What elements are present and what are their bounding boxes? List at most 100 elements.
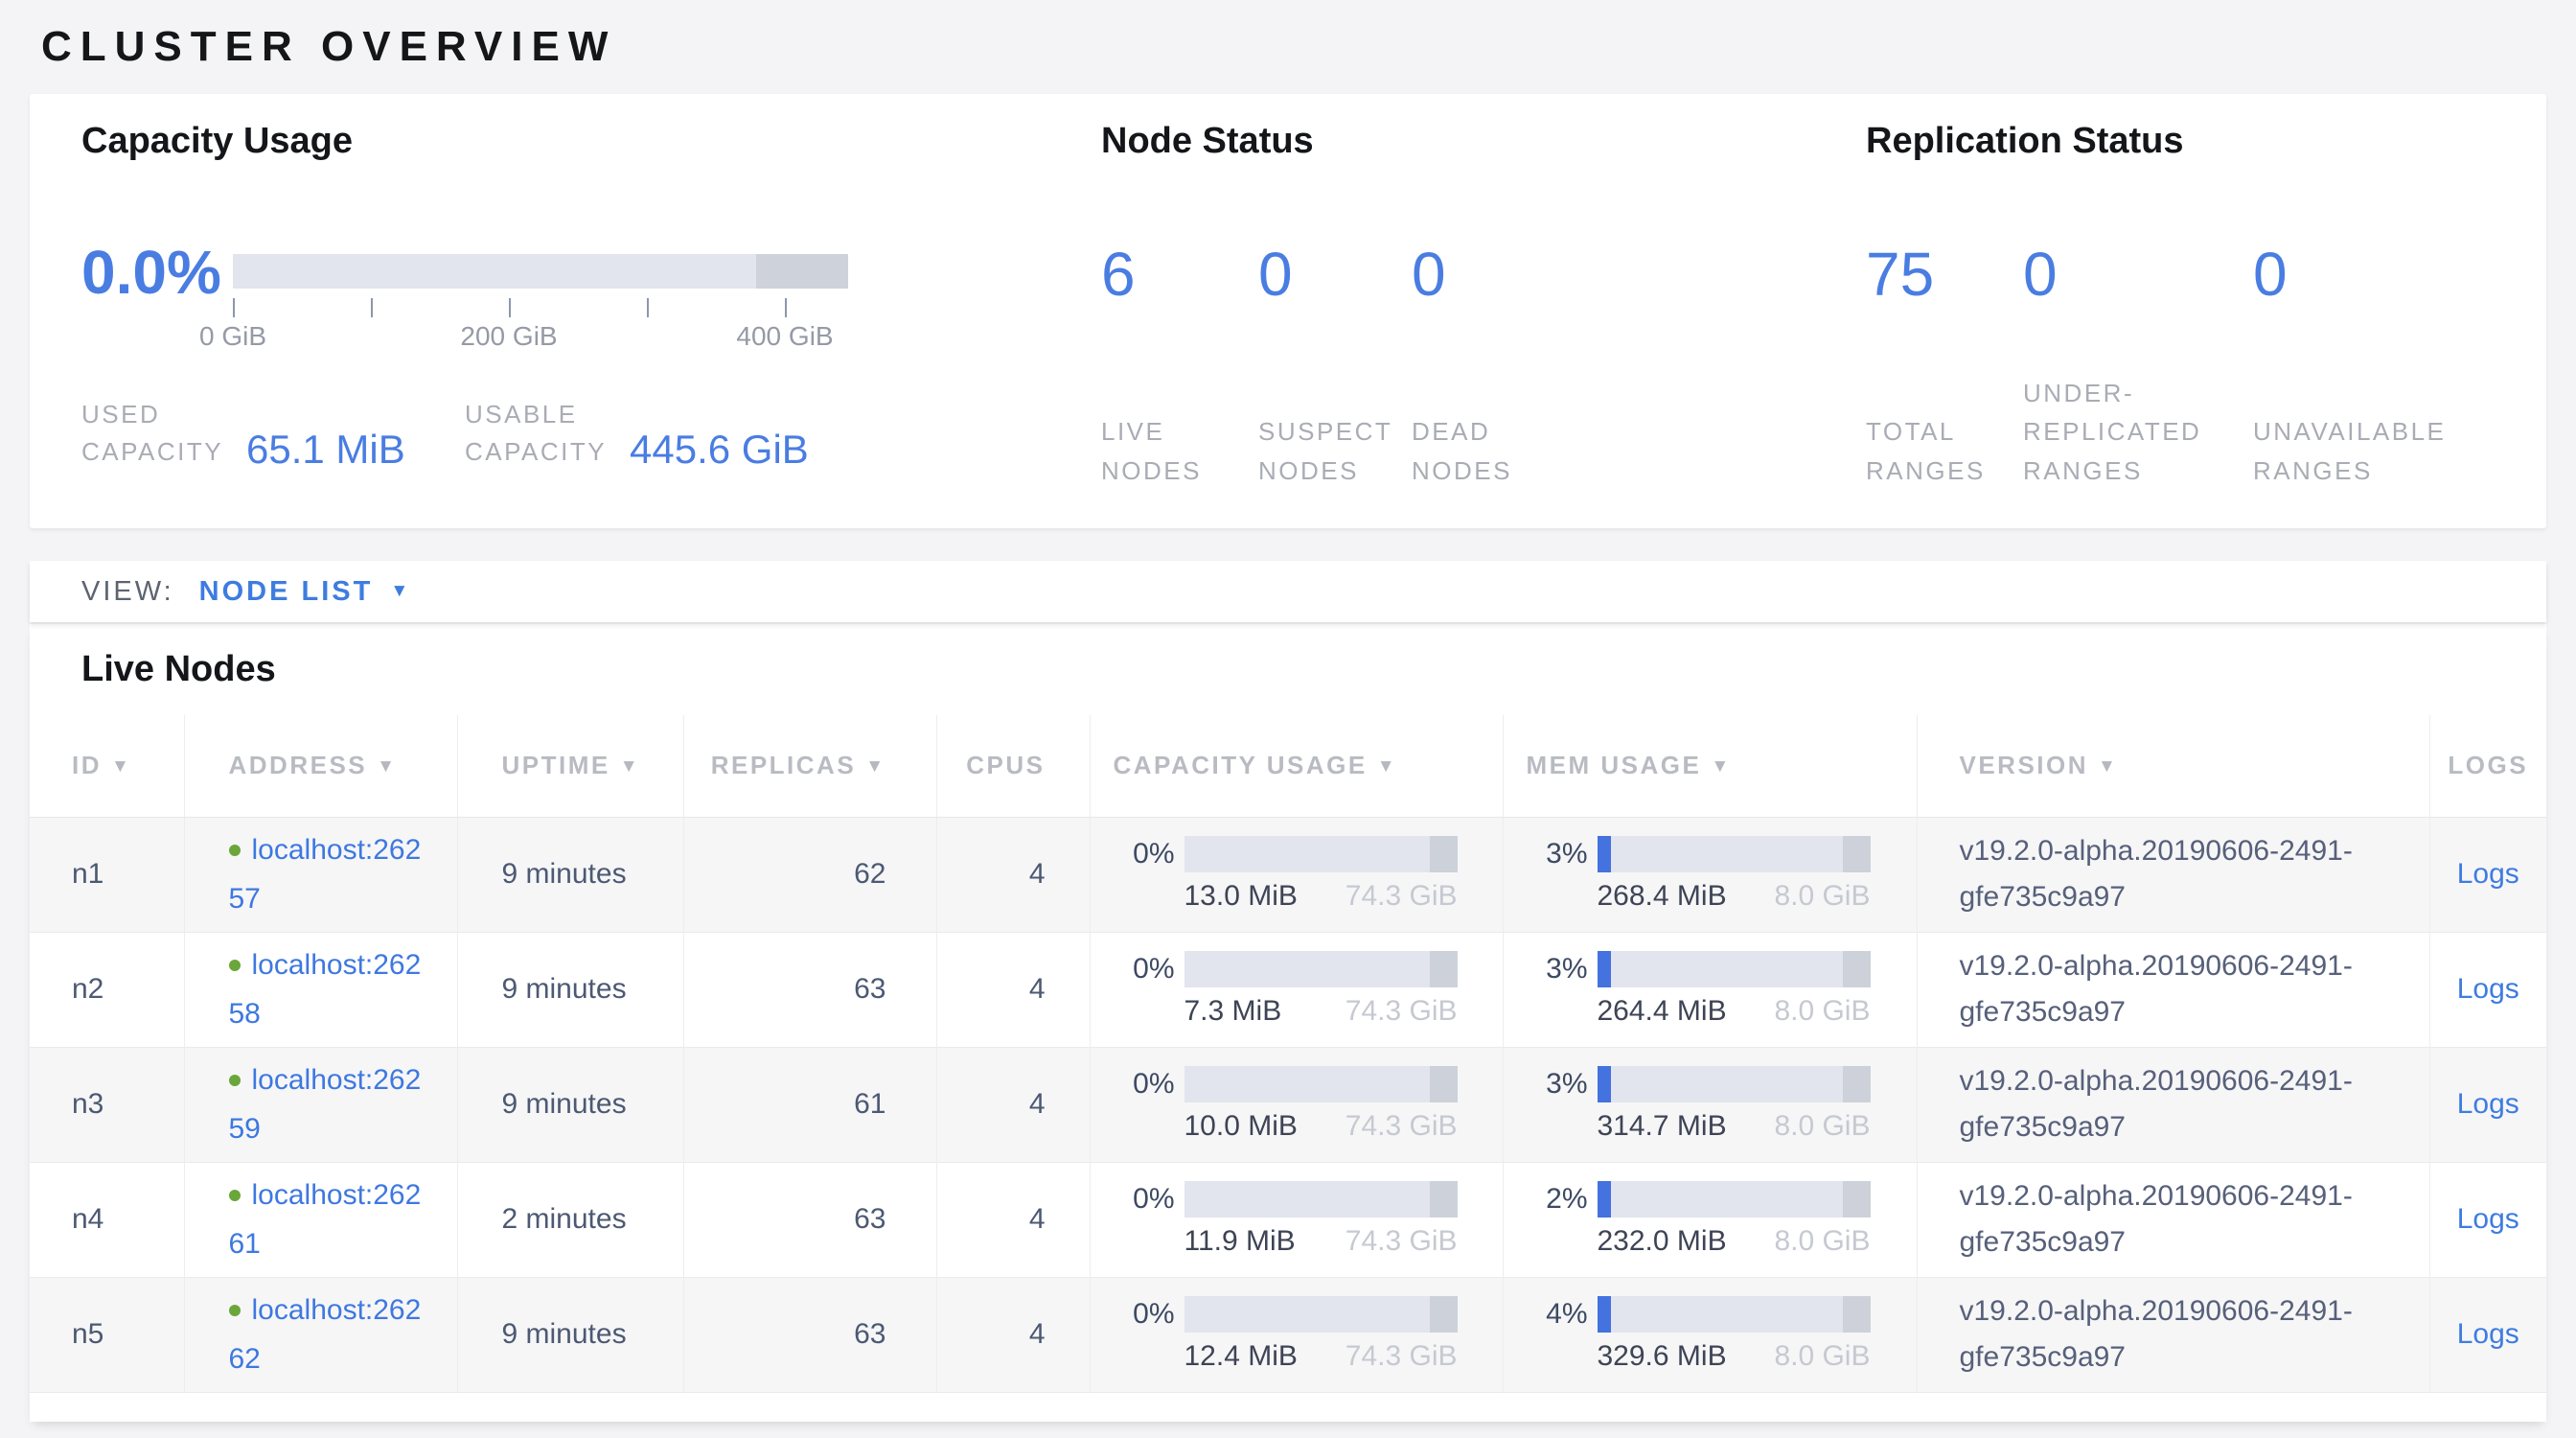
under-replicated-value: 0 (2023, 243, 2253, 307)
sort-desc-icon (620, 756, 640, 777)
node-address-cell: localhost:26261 (184, 1162, 457, 1277)
column-header-capacity-usage[interactable]: CAPACITY USAGE (1090, 715, 1503, 817)
axis-tick (509, 298, 511, 317)
capacity-bar (1184, 836, 1458, 872)
memory-bar (1598, 1066, 1871, 1102)
capacity-total-value: 74.3 GiB (1346, 1225, 1458, 1258)
replication-status-panel: Replication Status 75 TOTAL RANGES 0 UND… (1866, 121, 2546, 528)
column-header-replicas[interactable]: REPLICAS (683, 715, 936, 817)
chevron-down-icon[interactable]: ▼ (390, 581, 408, 602)
logs-link[interactable]: Logs (2457, 1203, 2519, 1235)
cluster-overview-page: CLUSTER OVERVIEW Capacity Usage 0.0% (0, 23, 2576, 1422)
capacity-bar (1184, 1296, 1458, 1333)
column-header-mem-usage[interactable]: MEM USAGE (1503, 715, 1917, 817)
mem-total-value: 8.0 GiB (1774, 995, 1870, 1028)
logs-cell: Logs (2429, 817, 2546, 932)
logs-cell: Logs (2429, 1047, 2546, 1162)
column-header-id[interactable]: ID (30, 715, 184, 817)
logs-link[interactable]: Logs (2457, 973, 2519, 1005)
capacity-axis-ticks (233, 289, 785, 321)
capacity-usage-panel: Capacity Usage 0.0% (81, 121, 1101, 528)
capacity-percent-label: 0% (1114, 838, 1175, 870)
mem-total-value: 8.0 GiB (1774, 1110, 1870, 1143)
mem-total-value: 8.0 GiB (1774, 1340, 1870, 1373)
capacity-total-value: 74.3 GiB (1346, 880, 1458, 913)
capacity-usage-cell: 0% 7.3 MiB74.3 GiB (1090, 932, 1503, 1047)
table-row: n1 localhost:26257 9 minutes 62 4 0% 13.… (30, 817, 2546, 932)
table-header-row: ID ADDRESS UPTIME REPLICAS CPUS CAPACITY… (30, 715, 2546, 817)
page-title: CLUSTER OVERVIEW (41, 23, 2546, 71)
mem-percent-label: 4% (1527, 1298, 1588, 1331)
node-id-cell: n2 (30, 932, 184, 1047)
node-address-link[interactable]: localhost:26257 (229, 834, 422, 915)
capacity-used-value: 7.3 MiB (1184, 995, 1282, 1028)
uptime-cell: 9 minutes (457, 1047, 683, 1162)
capacity-usage-cell: 0% 12.4 MiB74.3 GiB (1090, 1277, 1503, 1392)
axis-tick (371, 298, 373, 317)
view-label: VIEW: (81, 576, 174, 608)
sort-desc-icon (1711, 756, 1731, 777)
column-header-address[interactable]: ADDRESS (184, 715, 457, 817)
node-address-cell: localhost:26257 (184, 817, 457, 932)
capacity-bar (1184, 1066, 1458, 1102)
under-replicated-stat: 0 UNDER-REPLICATED RANGES (2023, 243, 2253, 490)
total-ranges-stat: 75 TOTAL RANGES (1866, 243, 2023, 490)
version-cell: v19.2.0-alpha.20190606-2491-gfe735c9a97 (1917, 1277, 2429, 1392)
replicas-cell: 63 (683, 1277, 936, 1392)
column-header-version[interactable]: VERSION (1917, 715, 2429, 817)
node-address-link[interactable]: localhost:26258 (229, 949, 422, 1030)
version-cell: v19.2.0-alpha.20190606-2491-gfe735c9a97 (1917, 1162, 2429, 1277)
mem-used-value: 268.4 MiB (1598, 880, 1727, 913)
node-address-link[interactable]: localhost:26262 (229, 1294, 422, 1375)
memory-bar (1598, 951, 1871, 987)
usable-capacity-value: 445.6 GiB (630, 429, 809, 471)
suspect-nodes-label: SUSPECT NODES (1258, 412, 1383, 490)
capacity-percent-label: 0% (1114, 1298, 1175, 1331)
uptime-cell: 9 minutes (457, 932, 683, 1047)
column-header-uptime[interactable]: UPTIME (457, 715, 683, 817)
total-ranges-label: TOTAL RANGES (1866, 412, 2010, 490)
axis-tick (785, 298, 787, 317)
capacity-used-value: 10.0 MiB (1184, 1110, 1298, 1143)
summary-card: Capacity Usage 0.0% (30, 94, 2546, 528)
logs-link[interactable]: Logs (2457, 858, 2519, 890)
mem-percent-label: 3% (1527, 953, 1588, 986)
usable-capacity-label: USABLE CAPACITY (465, 396, 609, 471)
node-address-cell: localhost:26259 (184, 1047, 457, 1162)
dead-nodes-value: 0 (1412, 243, 1536, 307)
logs-link[interactable]: Logs (2457, 1318, 2519, 1350)
mem-usage-cell: 3% 264.4 MiB8.0 GiB (1503, 932, 1917, 1047)
sort-desc-icon (377, 756, 397, 777)
table-row: n2 localhost:26258 9 minutes 63 4 0% 7.3… (30, 932, 2546, 1047)
logs-cell: Logs (2429, 1162, 2546, 1277)
replicas-cell: 62 (683, 817, 936, 932)
cpus-cell: 4 (936, 1162, 1090, 1277)
node-status-title: Node Status (1101, 121, 1866, 162)
suspect-nodes-stat: 0 SUSPECT NODES (1258, 243, 1412, 490)
mem-percent-label: 3% (1527, 838, 1588, 870)
live-nodes-card: Live Nodes ID ADDRESS UPTIME REPLICAS CP… (30, 624, 2546, 1422)
version-cell: v19.2.0-alpha.20190606-2491-gfe735c9a97 (1917, 932, 2429, 1047)
cpus-cell: 4 (936, 932, 1090, 1047)
memory-bar (1598, 836, 1871, 872)
axis-label: 200 GiB (460, 321, 557, 352)
sort-desc-icon (1377, 756, 1397, 777)
mem-percent-label: 2% (1527, 1183, 1588, 1216)
column-header-cpus: CPUS (936, 715, 1090, 817)
node-status-panel: Node Status 6 LIVE NODES 0 SUSPECT NODES… (1101, 121, 1866, 528)
under-replicated-label: UNDER-REPLICATED RANGES (2023, 374, 2220, 490)
view-dropdown[interactable]: NODE LIST (199, 576, 374, 608)
node-address-link[interactable]: localhost:26261 (229, 1179, 422, 1260)
node-address-link[interactable]: localhost:26259 (229, 1064, 422, 1145)
capacity-bar (1184, 1181, 1458, 1218)
axis-label: 400 GiB (736, 321, 833, 352)
logs-link[interactable]: Logs (2457, 1088, 2519, 1120)
logs-cell: Logs (2429, 932, 2546, 1047)
live-nodes-table: ID ADDRESS UPTIME REPLICAS CPUS CAPACITY… (30, 715, 2546, 1422)
node-address-cell: localhost:26262 (184, 1277, 457, 1392)
capacity-usage-cell: 0% 10.0 MiB74.3 GiB (1090, 1047, 1503, 1162)
view-selector-bar: VIEW: NODE LIST ▼ (30, 561, 2546, 622)
live-status-icon (229, 1075, 241, 1086)
dead-nodes-label: DEAD NODES (1412, 412, 1536, 490)
used-capacity-label: USED CAPACITY (81, 396, 225, 471)
